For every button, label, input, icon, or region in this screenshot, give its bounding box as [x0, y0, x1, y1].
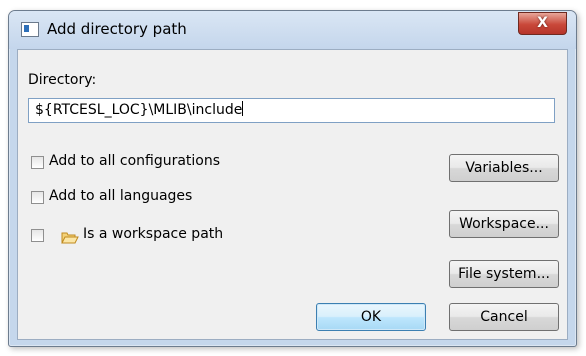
directory-value: ${RTCESL_LOC}\MLIB\include: [35, 102, 243, 118]
window-title: Add directory path: [47, 20, 187, 38]
workspace-path-checkbox[interactable]: [31, 229, 44, 242]
window-icon: [21, 22, 39, 37]
add-directory-dialog: Add directory path X Directory: ${RTCESL…: [8, 10, 577, 347]
cancel-button[interactable]: Cancel: [449, 303, 559, 331]
close-button[interactable]: X: [518, 12, 567, 35]
ok-button[interactable]: OK: [316, 303, 426, 331]
add-all-configurations-checkbox[interactable]: [31, 156, 44, 169]
directory-input[interactable]: ${RTCESL_LOC}\MLIB\include: [28, 98, 555, 123]
add-all-configurations-label[interactable]: Add to all configurations: [49, 153, 220, 169]
text-caret: [242, 101, 244, 116]
dialog-body: Directory: ${RTCESL_LOC}\MLIB\include Ad…: [17, 49, 568, 340]
add-all-languages-label[interactable]: Add to all languages: [49, 188, 192, 204]
folder-icon: [61, 232, 79, 244]
directory-label: Directory:: [28, 72, 97, 88]
workspace-button[interactable]: Workspace...: [449, 210, 559, 238]
workspace-path-label[interactable]: Is a workspace path: [83, 226, 223, 242]
file-system-button[interactable]: File system...: [449, 260, 559, 288]
title-bar[interactable]: Add directory path X: [9, 11, 576, 49]
variables-button[interactable]: Variables...: [449, 154, 559, 182]
add-all-languages-checkbox[interactable]: [31, 191, 44, 204]
